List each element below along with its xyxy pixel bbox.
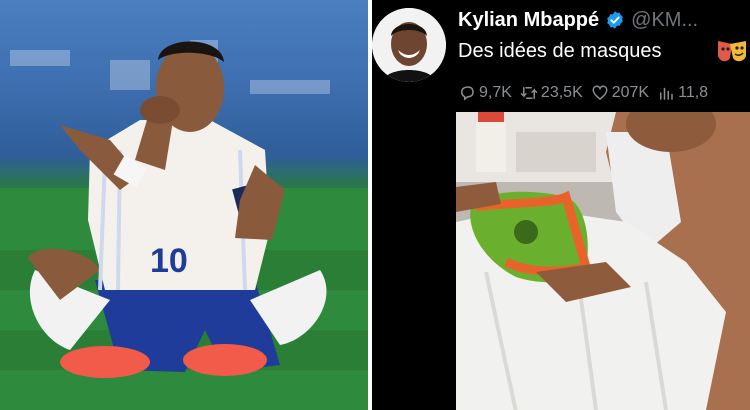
verified-badge-icon [607, 11, 623, 29]
repost-button[interactable]: 23,5K [520, 84, 583, 102]
view-count: 11,8 [678, 84, 709, 101]
views-chart-icon [660, 87, 673, 100]
tweet-panel: Kylian Mbappé @KM... Des idées de masque… [372, 0, 750, 410]
like-button[interactable]: 207K [591, 84, 649, 102]
tweet-header: Kylian Mbappé @KM... [458, 8, 698, 32]
heart-icon [592, 85, 608, 100]
views-button[interactable]: 11,8 [657, 84, 708, 102]
repost-icon [520, 87, 538, 99]
video-frame [456, 112, 750, 410]
reply-icon [460, 86, 474, 101]
repost-count: 23,5K [540, 84, 583, 101]
reply-button[interactable]: 9,7K [458, 84, 512, 102]
like-count: 207K [611, 84, 650, 101]
handle[interactable]: @KM... [631, 9, 698, 32]
avatar-photo [372, 8, 446, 82]
left-photo: 10 [0, 0, 368, 410]
display-name[interactable]: Kylian Mbappé [458, 9, 599, 32]
tweet-stats: 9,7K 23,5K 207K 11,8 [458, 84, 708, 102]
tweet-text: Des idées de masques [458, 40, 662, 62]
jersey-number: 10 [150, 242, 188, 280]
avatar[interactable] [372, 8, 446, 82]
player-illustration [0, 41, 368, 410]
performing-arts-masks-icon [718, 41, 746, 62]
tweet-video[interactable] [456, 112, 750, 410]
reply-count: 9,7K [479, 84, 512, 101]
